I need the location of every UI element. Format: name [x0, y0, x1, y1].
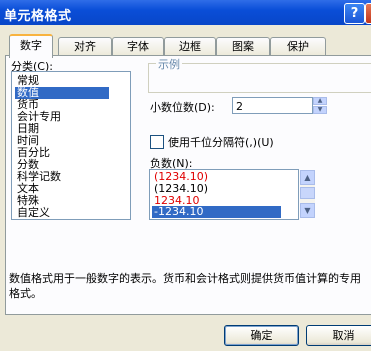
category-list[interactable]: 常规 数值 货币 会计专用 日期 时间 百分比 分数 科学记数 文本 特殊 自定…: [11, 71, 131, 220]
ok-button[interactable]: 确定: [224, 325, 299, 346]
tab-number[interactable]: 数字: [9, 34, 53, 58]
tab-pattern[interactable]: 图案: [216, 37, 270, 56]
tab-border[interactable]: 边框: [164, 37, 216, 56]
cancel-button[interactable]: 取消: [306, 325, 371, 346]
tab-alignment[interactable]: 对齐: [58, 37, 112, 56]
tab-font[interactable]: 字体: [112, 37, 164, 56]
scroll-thumb[interactable]: [300, 187, 315, 199]
spin-down-icon[interactable]: ▼: [313, 106, 327, 114]
negative-numbers-list[interactable]: (1234.10) (1234.10) 1234.10 -1234.10: [149, 169, 299, 220]
close-button[interactable]: [365, 3, 371, 24]
help-button[interactable]: ?: [344, 3, 365, 24]
window-title: 单元格格式: [4, 9, 72, 24]
format-description: 数值格式用于一般数字的表示。货币和会计格式则提供货币值计算的专用格式。: [9, 272, 361, 300]
tab-protection[interactable]: 保护: [270, 37, 326, 56]
decimal-places-stepper[interactable]: ▲ ▼: [313, 97, 327, 114]
decimal-places-input[interactable]: 2: [232, 97, 313, 114]
category-item[interactable]: 自定义: [15, 207, 52, 219]
scroll-down-icon[interactable]: ▼: [300, 203, 315, 218]
thousands-separator-checkbox[interactable]: [150, 135, 164, 149]
scroll-up-icon[interactable]: ▲: [300, 170, 315, 185]
negative-list-scrollbar[interactable]: ▲ ▼: [300, 170, 315, 218]
thousands-separator-label[interactable]: 使用千位分隔符(,)(U): [168, 134, 274, 150]
decimal-places-label: 小数位数(D):: [150, 101, 215, 114]
sample-legend: 示例: [156, 56, 182, 72]
spin-up-icon[interactable]: ▲: [313, 97, 327, 105]
title-bar[interactable]: 单元格格式 ?: [0, 0, 371, 25]
negative-item-selected[interactable]: -1234.10: [152, 206, 281, 218]
